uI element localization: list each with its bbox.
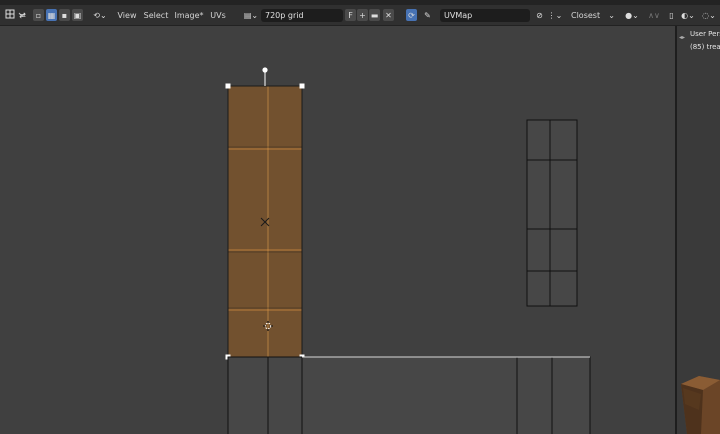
snap-target-dropdown[interactable]: Closest ⌄: [567, 9, 617, 22]
snap-target-label: Closest: [571, 11, 601, 20]
viewport-toggle-icon[interactable]: ▯: [667, 9, 676, 21]
rotate-handle[interactable]: [262, 67, 268, 73]
viewport-menu-toggle-icon[interactable]: ◂▸: [679, 34, 685, 41]
uv-canvas[interactable]: [0, 26, 675, 434]
close-icon[interactable]: ✕: [383, 9, 394, 21]
active-object-label: (85) trea: [690, 43, 720, 51]
pin-icon[interactable]: ⟳: [406, 9, 417, 21]
uv-map-field[interactable]: UVMap: [440, 9, 530, 22]
edge-mode-icon[interactable]: ▦: [46, 9, 57, 21]
image-menu[interactable]: Image*: [174, 8, 203, 23]
overlay-icon[interactable]: ∧∨: [645, 9, 663, 21]
open-image-icon[interactable]: ▬: [369, 9, 380, 21]
face-mode-icon[interactable]: ▪: [59, 9, 70, 21]
scale-handle-tr[interactable]: [299, 83, 305, 89]
island-mode-icon[interactable]: ▣: [72, 9, 83, 21]
shading-icon[interactable]: ◐⌄: [680, 9, 696, 21]
uvs-menu[interactable]: UVs: [209, 8, 227, 23]
uv-island-bottom[interactable]: [227, 356, 591, 434]
vertex-mode-icon[interactable]: ▫: [33, 9, 44, 21]
view-perspective-label: User Pers: [690, 30, 720, 38]
select-menu[interactable]: Select: [142, 8, 170, 23]
pivot-icon[interactable]: ⊘: [534, 9, 545, 21]
uv-viewport[interactable]: [0, 26, 675, 434]
uv-editor-header: ⇄ ▫ ▦ ▪ ▣ ⟲⌄ View Select Image* UVs ▤⌄ 7…: [0, 5, 720, 26]
image-name-field[interactable]: 720p grid: [261, 9, 343, 22]
fake-user-button[interactable]: F: [345, 9, 356, 21]
3d-viewport[interactable]: ◂▸ User Pers (85) trea: [677, 26, 720, 434]
image-pin-icon[interactable]: ✎: [422, 9, 433, 21]
mesh-preview: [681, 376, 720, 434]
image-browse-icon[interactable]: ▤⌄: [242, 9, 260, 21]
sticky-mode-icon[interactable]: ⟲⌄: [90, 9, 110, 21]
uv-island-right[interactable]: [526, 119, 578, 307]
scale-handle-tl[interactable]: [225, 83, 231, 89]
sync-selection-icon[interactable]: ⇄: [17, 9, 28, 21]
new-image-icon[interactable]: +: [357, 9, 368, 21]
view-menu[interactable]: View: [116, 8, 138, 23]
extra-icon[interactable]: ◌⌄: [700, 9, 718, 21]
proportional-icon[interactable]: ●⌄: [623, 9, 641, 21]
snap-icon[interactable]: ⋮⌄: [547, 9, 563, 21]
chevron-down-icon: ⌄: [608, 11, 615, 20]
